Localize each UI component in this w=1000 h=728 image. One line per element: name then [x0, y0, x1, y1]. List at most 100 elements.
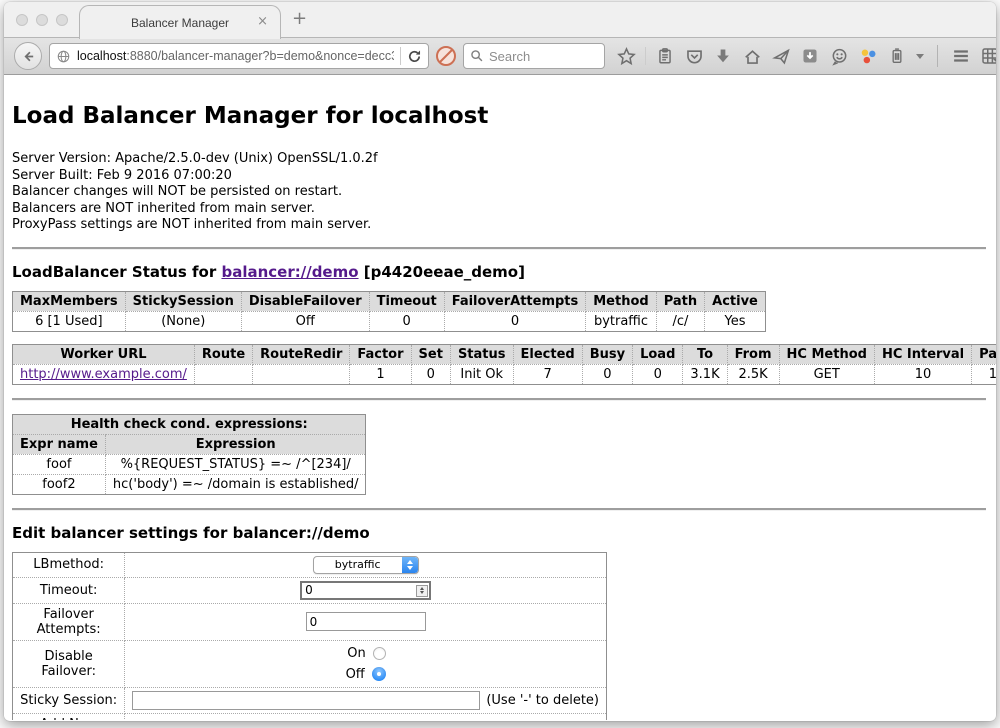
download-icon[interactable] — [713, 46, 733, 66]
cell-passes: 1 (0) — [972, 364, 996, 384]
home-icon[interactable] — [742, 46, 762, 66]
page-title: Load Balancer Manager for localhost — [12, 103, 986, 129]
sticky-session-row: Sticky Session: (Use '-' to delete) — [13, 687, 607, 713]
col-stickysession: StickySession — [125, 291, 241, 311]
browser-window: Balancer Manager × + localhost:8880/bala… — [4, 2, 996, 721]
new-tab-button[interactable]: + — [292, 10, 307, 28]
color-dots-icon[interactable] — [858, 46, 878, 66]
col-load: Load — [633, 344, 683, 364]
url-bar[interactable]: localhost:8880/balancer-manager?b=demo&n… — [49, 43, 429, 69]
cell-elected: 7 — [513, 364, 582, 384]
window-zoom-button[interactable] — [56, 14, 68, 26]
balancer-demo-link[interactable]: balancer://demo — [221, 263, 358, 281]
number-spinner-icon[interactable] — [416, 585, 428, 597]
col-to: To — [683, 344, 727, 364]
server-built-line: Server Built: Feb 9 2016 07:00:20 — [12, 168, 986, 185]
reload-icon[interactable] — [407, 49, 422, 64]
table-title-row: Health check cond. expressions: — [13, 414, 366, 434]
toolbar-separator — [645, 47, 646, 65]
cell-route — [194, 364, 252, 384]
sticky-session-input[interactable] — [132, 691, 480, 710]
divider — [12, 398, 986, 401]
clipboard-icon[interactable] — [655, 46, 675, 66]
pocket-icon[interactable] — [684, 46, 704, 66]
cell-path: /c/ — [656, 311, 704, 331]
failover-attempts-row: Failover Attempts: — [13, 603, 607, 640]
window-controls — [16, 14, 68, 26]
container-battery-icon[interactable] — [887, 46, 907, 66]
tab-bar: Balancer Manager × + — [4, 2, 996, 38]
col-failoverattempts: FailoverAttempts — [444, 291, 586, 311]
url-domain: localhost — [77, 49, 126, 63]
cell-disablefailover: Off — [241, 311, 369, 331]
worker-url-link[interactable]: http://www.example.com/ — [20, 367, 187, 382]
balancer-summary-table: MaxMembers StickySession DisableFailover… — [12, 291, 766, 332]
select-stepper-icon — [402, 557, 418, 573]
urlbar-separator — [400, 47, 401, 65]
send-plane-icon[interactable] — [771, 46, 791, 66]
add-worker-label: Add New Worker: — [13, 713, 125, 720]
tab-close-icon[interactable]: × — [257, 14, 268, 29]
table-header-row: Expr name Expression — [13, 434, 366, 454]
persist-notice-line: Balancer changes will NOT be persisted o… — [12, 184, 986, 201]
cell-busy: 0 — [582, 364, 632, 384]
failover-attempts-input[interactable] — [306, 612, 426, 631]
chat-smiley-icon[interactable] — [829, 46, 849, 66]
col-path: Path — [656, 291, 704, 311]
table-row: 6 [1 Used] (None) Off 0 0 bytraffic /c/ … — [13, 311, 766, 331]
table-row: http://www.example.com/ 1 0 Init Ok 7 0 … — [13, 364, 997, 384]
bookmark-star-icon[interactable] — [616, 46, 636, 66]
disable-failover-off-radio[interactable] — [372, 667, 386, 681]
back-button[interactable] — [14, 42, 42, 70]
cell-timeout: 0 — [369, 311, 444, 331]
cell-expression: hc('body') =~ /domain is established/ — [105, 474, 366, 494]
cell-method: bytraffic — [586, 311, 656, 331]
col-hc-interval: HC Interval — [874, 344, 971, 364]
col-passes: Passes — [972, 344, 996, 364]
col-worker-url: Worker URL — [13, 344, 195, 364]
timeout-input[interactable] — [300, 581, 431, 600]
col-set: Set — [411, 344, 450, 364]
dropdown-caret-icon[interactable] — [916, 54, 924, 59]
loadbalancer-status-heading: LoadBalancer Status for balancer://demo … — [12, 263, 986, 281]
search-input[interactable] — [489, 49, 589, 64]
menu-hamburger-icon[interactable] — [951, 46, 971, 66]
content-blocked-icon[interactable] — [436, 46, 456, 66]
edit-settings-heading: Edit balancer settings for balancer://de… — [12, 524, 986, 542]
tab-balancer-manager[interactable]: Balancer Manager × — [79, 5, 281, 39]
cell-hc-method: GET — [779, 364, 874, 384]
col-expr-name: Expr name — [13, 434, 106, 454]
col-routeredir: RouteRedir — [253, 344, 350, 364]
cell-from: 2.5K — [727, 364, 779, 384]
square-download-icon[interactable] — [800, 46, 820, 66]
page-content: Load Balancer Manager for localhost Serv… — [4, 75, 996, 720]
cell-expr-name: foof — [13, 454, 106, 474]
failover-attempts-label: Failover Attempts: — [13, 603, 125, 640]
col-disablefailover: DisableFailover — [241, 291, 369, 311]
window-close-button[interactable] — [16, 14, 28, 26]
worker-table: Worker URL Route RouteRedir Factor Set S… — [12, 344, 996, 385]
cell-load: 0 — [633, 364, 683, 384]
lbmethod-selected-value: bytraffic — [314, 558, 402, 571]
health-check-table: Health check cond. expressions: Expr nam… — [12, 414, 366, 495]
cell-hc-interval: 10 — [874, 364, 971, 384]
url-text[interactable]: localhost:8880/balancer-manager?b=demo&n… — [77, 49, 394, 63]
cell-to: 3.1K — [683, 364, 727, 384]
cell-maxmembers: 6 [1 Used] — [13, 311, 126, 331]
health-table-title: Health check cond. expressions: — [13, 414, 366, 434]
search-bar[interactable] — [463, 43, 605, 69]
table-header-row: Worker URL Route RouteRedir Factor Set S… — [13, 344, 997, 364]
col-expression: Expression — [105, 434, 366, 454]
globe-icon — [56, 49, 71, 64]
col-status: Status — [450, 344, 513, 364]
cell-expression: %{REQUEST_STATUS} =~ /^[234]/ — [105, 454, 366, 474]
grid-panel-icon[interactable] — [980, 46, 996, 66]
col-busy: Busy — [582, 344, 632, 364]
window-minimize-button[interactable] — [36, 14, 48, 26]
col-from: From — [727, 344, 779, 364]
lbmethod-select[interactable]: bytraffic — [313, 556, 419, 574]
cell-set: 0 — [411, 364, 450, 384]
cell-status: Init Ok — [450, 364, 513, 384]
sticky-session-label: Sticky Session: — [13, 687, 125, 713]
disable-failover-on-radio[interactable] — [373, 647, 386, 660]
